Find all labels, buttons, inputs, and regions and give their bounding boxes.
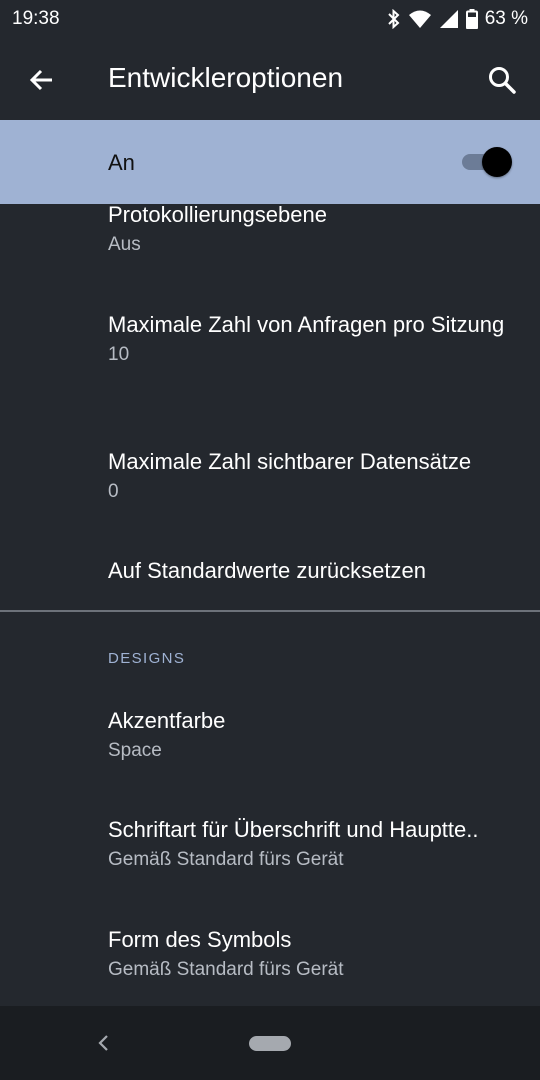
status-bar: 19:38 63 % xyxy=(0,0,540,38)
battery-percent: 63 % xyxy=(484,8,528,29)
pref-title: Protokollierungsebene xyxy=(108,202,327,227)
pref-reset-defaults[interactable]: Auf Standardwerte zurücksetzen xyxy=(108,557,520,585)
signal-icon xyxy=(439,10,458,28)
battery-icon xyxy=(465,9,478,29)
pref-title: Maximale Zahl sichtbarer Datensätze xyxy=(108,449,472,474)
search-icon[interactable] xyxy=(486,64,518,96)
pref-logging-level[interactable]: Protokollierungsebene Aus xyxy=(108,201,520,257)
pref-title: Maximale Zahl von Anfragen pro Sitzung xyxy=(108,312,505,337)
pref-icon-shape[interactable]: Form des Symbols Gemäß Standard fürs Ger… xyxy=(108,926,520,982)
pref-title: Schriftart für Überschrift und Hauptte.. xyxy=(108,817,479,842)
arrow-back-icon[interactable] xyxy=(26,64,58,96)
home-pill[interactable] xyxy=(249,1036,291,1051)
pref-title: Form des Symbols xyxy=(108,927,292,952)
pref-font[interactable]: Schriftart für Überschrift und Hauptte..… xyxy=(108,816,520,872)
pref-summary: Gemäß Standard fürs Gerät xyxy=(108,959,344,980)
pref-summary: Gemäß Standard fürs Gerät xyxy=(108,849,344,870)
pref-max-requests[interactable]: Maximale Zahl von Anfragen pro Sitzung 1… xyxy=(108,311,520,367)
divider xyxy=(0,610,540,612)
status-time: 19:38 xyxy=(12,8,60,29)
pref-summary: Aus xyxy=(108,234,141,255)
wifi-icon xyxy=(408,10,431,28)
toggle-thumb xyxy=(482,147,512,177)
master-toggle[interactable] xyxy=(462,147,512,177)
section-header-designs: DESIGNS xyxy=(108,650,186,667)
page-title: Entwickleroptionen xyxy=(108,62,344,93)
status-icons: 63 % xyxy=(387,8,528,30)
pref-summary: 10 xyxy=(108,344,130,365)
navigation-bar xyxy=(0,1006,540,1080)
master-switch-label: An xyxy=(108,150,135,175)
master-switch-bar[interactable]: An xyxy=(0,120,540,204)
nav-back-icon[interactable] xyxy=(94,1033,114,1053)
bluetooth-icon xyxy=(387,9,400,29)
app-bar: Entwickleroptionen xyxy=(0,38,540,120)
pref-max-records[interactable]: Maximale Zahl sichtbarer Datensätze 0 xyxy=(108,448,520,504)
pref-accent-color[interactable]: Akzentfarbe Space xyxy=(108,707,520,763)
pref-title: Akzentfarbe xyxy=(108,708,226,733)
pref-summary: 0 xyxy=(108,481,119,502)
pref-title: Auf Standardwerte zurücksetzen xyxy=(108,558,426,583)
pref-summary: Space xyxy=(108,740,162,761)
